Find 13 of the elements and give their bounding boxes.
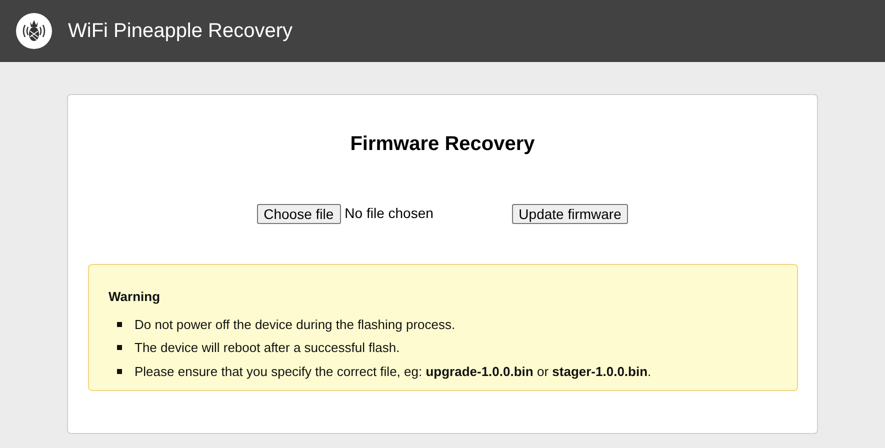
warning-item: The device will reboot after a successful flash. xyxy=(134,339,400,357)
choose-file-button[interactable]: Choose file xyxy=(256,204,341,224)
card-title: Firmware Recovery xyxy=(350,132,535,157)
bullet-icon xyxy=(116,368,122,374)
bullet-icon xyxy=(116,345,122,350)
app-title: WiFi Pineapple Recovery xyxy=(68,19,293,44)
bullet-icon xyxy=(116,322,122,327)
warning-item: Please ensure that you specify the correct file, eg: upgrade-1.0.0.bin or stager-1.0.0.bin. xyxy=(134,362,652,381)
update-firmware-button[interactable]: Update firmware xyxy=(512,204,628,224)
warning-title: Warning xyxy=(108,288,162,306)
file-status: No file chosen xyxy=(344,204,434,223)
pineapple-logo-icon xyxy=(16,13,52,49)
warning-item: Do not power off the device during the flashing process. xyxy=(134,316,456,334)
